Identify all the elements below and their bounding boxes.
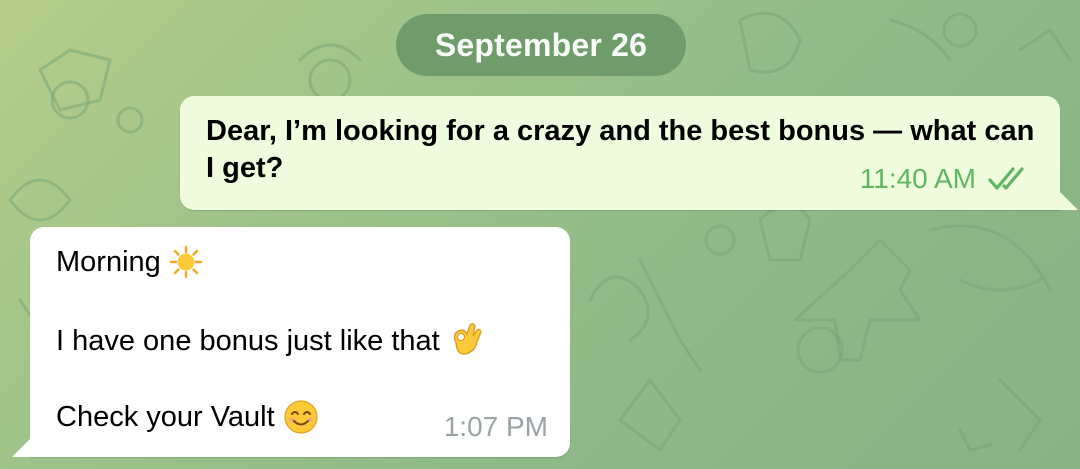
incoming-message-line: I have one bonus just like that: [56, 323, 482, 359]
outgoing-message-time: 11:40 AM: [859, 163, 976, 194]
date-separator: September 26: [396, 14, 686, 76]
date-separator-label: September 26: [434, 26, 648, 63]
outgoing-message-meta: 11:40 AM: [860, 163, 1030, 195]
double-check-icon: [988, 167, 1024, 190]
sun-emoji-icon: [169, 245, 202, 279]
ok-hand-emoji-icon: [453, 323, 482, 355]
outgoing-message-bubble[interactable]: Dear, I’m looking for a crazy and the be…: [180, 96, 1078, 210]
incoming-message-bubble[interactable]: Morning I have one bonus just like that …: [12, 227, 570, 457]
incoming-message-line: Check your Vault: [56, 399, 319, 435]
incoming-message-line: Morning: [56, 245, 203, 279]
incoming-message-time: 1:07 PM: [443, 411, 548, 442]
smiling-face-emoji-icon: [284, 400, 318, 434]
